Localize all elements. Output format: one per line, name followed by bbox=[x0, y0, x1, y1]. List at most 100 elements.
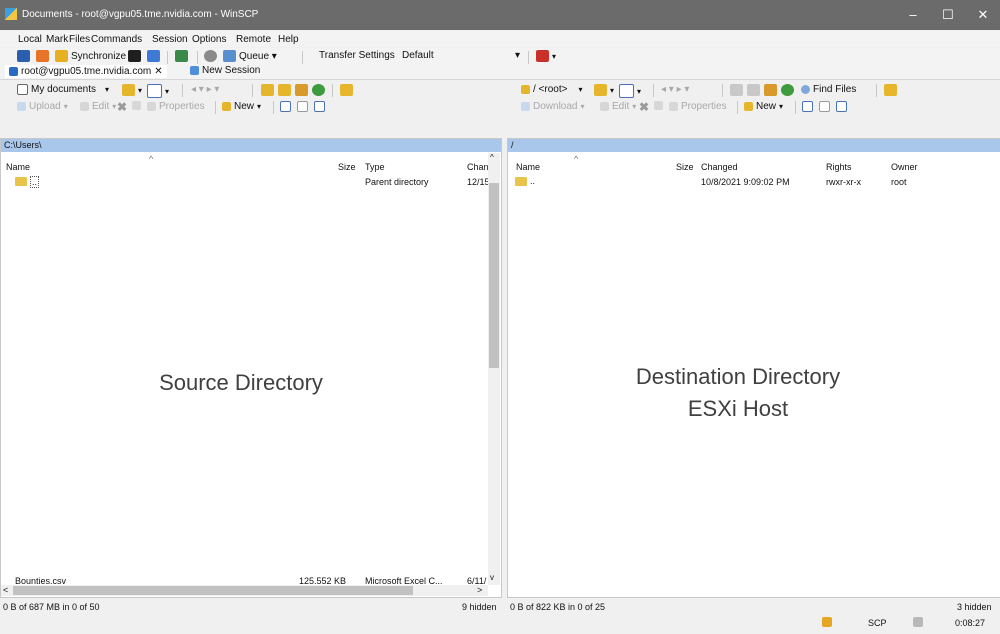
maximize-button[interactable]: ☐ bbox=[930, 4, 966, 26]
properties-button[interactable]: Properties bbox=[669, 101, 727, 112]
scroll-right-icon[interactable]: > bbox=[477, 585, 482, 595]
protocol-status: SCP bbox=[868, 618, 887, 628]
console-icon[interactable] bbox=[128, 50, 141, 62]
column-owner[interactable]: Owner bbox=[891, 162, 918, 172]
column-size[interactable]: Size bbox=[338, 162, 356, 172]
vertical-scrollbar[interactable]: ^ v bbox=[488, 153, 500, 585]
putty-icon[interactable] bbox=[147, 50, 160, 62]
column-changed[interactable]: Changed bbox=[701, 162, 738, 172]
scroll-down-icon[interactable]: v bbox=[490, 573, 494, 582]
toolbar-separator bbox=[737, 101, 738, 114]
menu-files[interactable]: Files bbox=[69, 34, 90, 45]
menu-session[interactable]: Session bbox=[152, 34, 188, 45]
tab-new-session[interactable]: New Session bbox=[190, 65, 260, 76]
edit-icon bbox=[80, 102, 89, 111]
new-button[interactable]: New ▾ bbox=[222, 101, 261, 112]
home-icon[interactable] bbox=[295, 84, 308, 96]
menu-mark[interactable]: Mark bbox=[46, 34, 68, 45]
winscp-app-icon bbox=[5, 8, 17, 20]
menu-options[interactable]: Options bbox=[192, 34, 226, 45]
find-files-button[interactable]: Find Files bbox=[801, 84, 856, 95]
filter-select-icon[interactable] bbox=[314, 101, 325, 112]
remote-file-panel[interactable]: / Name ^ Size Changed Rights Owner .. 10… bbox=[507, 138, 1000, 598]
root-directory-icon[interactable] bbox=[278, 84, 291, 96]
toolbar-separator bbox=[215, 101, 216, 114]
tab-close-icon[interactable]: ✕ bbox=[154, 66, 162, 77]
parent-directory-icon[interactable] bbox=[261, 84, 274, 96]
column-name[interactable]: Name bbox=[6, 162, 30, 172]
properties-button[interactable]: Properties bbox=[147, 101, 205, 112]
left-location-toolbar: My documents ▾ ▾ ▾ ◂ ▾ ▸ ▾ bbox=[0, 81, 502, 99]
refresh-icon[interactable] bbox=[312, 84, 325, 96]
delete-icon[interactable]: ✖ bbox=[639, 100, 649, 114]
open-directory-icon[interactable]: ▾ bbox=[122, 84, 142, 96]
local-file-panel[interactable]: C:\Users\ Name ^ Size Type Chan .. Paren… bbox=[0, 138, 502, 598]
queue-icon bbox=[223, 50, 236, 62]
local-hidden-status[interactable]: 9 hidden bbox=[462, 602, 497, 612]
close-window-button[interactable]: ✕ bbox=[965, 4, 1000, 26]
toolbar-separator bbox=[167, 51, 168, 64]
toolbar-separator bbox=[876, 84, 877, 97]
menu-local[interactable]: Local bbox=[18, 34, 42, 45]
edit-button[interactable]: Edit ▾ bbox=[80, 101, 116, 112]
horizontal-scrollbar[interactable]: < > bbox=[1, 585, 488, 596]
menu-help[interactable]: Help bbox=[278, 34, 299, 45]
filter-icon[interactable]: ▾ bbox=[147, 84, 169, 98]
queue-button[interactable]: Queue ▾ bbox=[223, 50, 277, 62]
transfer-settings-dropdown[interactable]: ▾ bbox=[515, 50, 520, 61]
right-location-dropdown[interactable]: / <root> ▾ bbox=[521, 84, 582, 95]
scrollbar-thumb[interactable] bbox=[489, 183, 499, 368]
tab-session[interactable]: root@vgpu05.tme.nvidia.com ✕ bbox=[5, 65, 167, 78]
remote-selection-status: 0 B of 822 KB in 0 of 25 bbox=[510, 602, 606, 612]
select-all-icon[interactable] bbox=[280, 101, 291, 112]
rename-icon[interactable] bbox=[654, 101, 663, 110]
rename-icon[interactable] bbox=[132, 101, 141, 110]
column-name[interactable]: Name bbox=[516, 162, 540, 172]
transfer-settings-value[interactable]: Default bbox=[402, 50, 434, 61]
file-type: Microsoft Excel C... bbox=[365, 576, 443, 584]
delete-icon[interactable]: ✖ bbox=[117, 100, 127, 114]
properties-label: Properties bbox=[681, 101, 727, 112]
local-path-bar[interactable]: C:\Users\ bbox=[1, 139, 501, 152]
column-rights[interactable]: Rights bbox=[826, 162, 852, 172]
parent-directory-icon[interactable] bbox=[730, 84, 743, 96]
scroll-left-icon[interactable]: < bbox=[3, 585, 8, 595]
right-location-toolbar: / <root> ▾ ▾ ▾ ◂ ▾ ▸ ▾ Find Files bbox=[508, 81, 1000, 99]
home-icon[interactable] bbox=[764, 84, 777, 96]
site-manager-icon[interactable]: ▾ bbox=[536, 50, 556, 62]
tree-icon[interactable] bbox=[340, 84, 353, 96]
left-location-dropdown[interactable]: My documents ▾ bbox=[17, 84, 109, 95]
refresh-icon[interactable] bbox=[781, 84, 794, 96]
synchronize-button[interactable]: Synchronize bbox=[55, 50, 126, 62]
upload-button[interactable]: Upload ▾ bbox=[17, 101, 68, 112]
scrollbar-thumb[interactable] bbox=[13, 586, 413, 595]
back-arrow-icon[interactable]: ◂ ▾ ▸ ▾ bbox=[661, 84, 689, 95]
column-size[interactable]: Size bbox=[676, 162, 694, 172]
filter-icon[interactable]: ▾ bbox=[619, 84, 641, 98]
open-directory-icon[interactable]: ▾ bbox=[594, 84, 614, 96]
unselect-icon[interactable] bbox=[819, 101, 830, 112]
minimize-button[interactable]: – bbox=[895, 4, 931, 26]
select-all-icon[interactable] bbox=[802, 101, 813, 112]
back-arrow-icon[interactable]: ◂ ▾ ▸ ▾ bbox=[191, 84, 219, 95]
preferences-gear-icon[interactable] bbox=[204, 50, 217, 62]
menu-commands[interactable]: Commands bbox=[91, 34, 142, 45]
edit-button[interactable]: Edit ▾ bbox=[600, 101, 636, 112]
terminal-icon[interactable] bbox=[175, 50, 188, 62]
sync-browse-icon[interactable] bbox=[36, 50, 49, 62]
root-directory-icon[interactable] bbox=[747, 84, 760, 96]
scroll-up-icon[interactable]: ^ bbox=[490, 153, 494, 162]
menu-remote[interactable]: Remote bbox=[236, 34, 271, 45]
filter-select-icon[interactable] bbox=[836, 101, 847, 112]
tab-session-label: root@vgpu05.tme.nvidia.com bbox=[21, 66, 152, 77]
remote-path-bar[interactable]: / bbox=[508, 139, 1000, 152]
column-changed[interactable]: Chan bbox=[467, 162, 489, 172]
remote-hidden-status[interactable]: 3 hidden bbox=[957, 602, 992, 612]
table-row-partial[interactable]: Bounties.csv 125,552 KB Microsoft Excel … bbox=[1, 576, 487, 584]
compare-directories-icon[interactable] bbox=[17, 50, 30, 62]
new-button[interactable]: New ▾ bbox=[744, 101, 783, 112]
tree-icon[interactable] bbox=[884, 84, 897, 96]
download-button[interactable]: Download ▾ bbox=[521, 101, 585, 112]
column-type[interactable]: Type bbox=[365, 162, 385, 172]
unselect-icon[interactable] bbox=[297, 101, 308, 112]
